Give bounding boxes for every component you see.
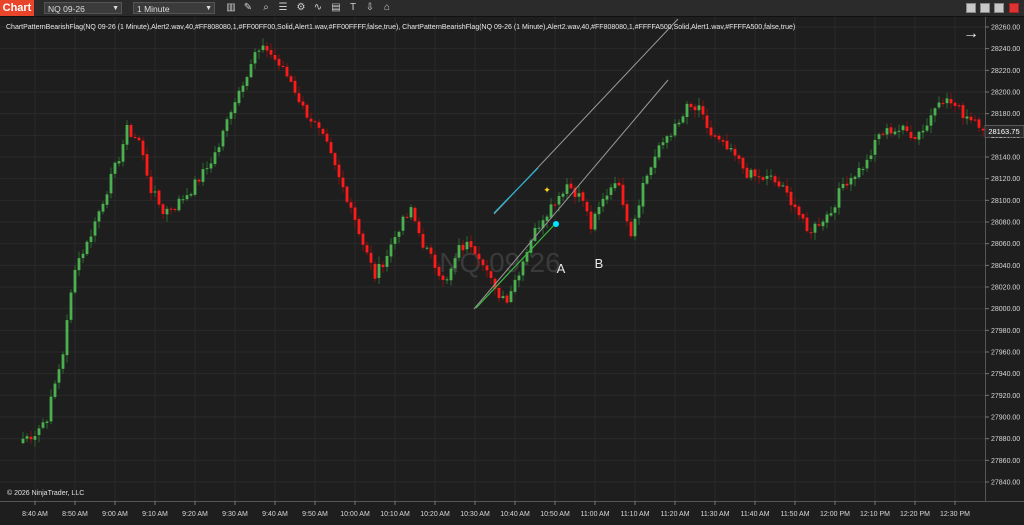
- toolbar: Chart NQ 09-26 ▼ 1 Minute ▼ ▥ ✎ ⌕ ☰ ⚙ ∿ …: [0, 0, 1024, 17]
- interval-selector[interactable]: 1 Minute ▼: [133, 2, 215, 14]
- chart-panel[interactable]: [0, 17, 985, 501]
- arrow-right-icon[interactable]: →: [963, 25, 979, 43]
- template-icon[interactable]: ▤: [330, 2, 342, 14]
- time-axis[interactable]: [0, 501, 1024, 525]
- zoom-icon[interactable]: ⌕: [260, 2, 272, 14]
- interval-label: 1 Minute: [137, 4, 170, 14]
- maximize-button[interactable]: [994, 3, 1004, 13]
- indicator-icon[interactable]: ∿: [312, 2, 324, 14]
- text-icon[interactable]: T: [347, 2, 359, 14]
- instrument-label: NQ 09-26: [48, 4, 85, 14]
- down-icon[interactable]: ⇩: [364, 2, 376, 14]
- lock-icon[interactable]: ⌂: [381, 2, 393, 14]
- instrument-selector[interactable]: NQ 09-26 ▼: [44, 2, 122, 14]
- chart-tab[interactable]: Chart: [0, 0, 34, 16]
- restore-button[interactable]: [980, 3, 990, 13]
- strategy-icon[interactable]: ⚙: [295, 2, 307, 14]
- properties-icon[interactable]: ☰: [277, 2, 289, 14]
- chevron-down-icon: ▼: [205, 5, 212, 12]
- indicator-label[interactable]: ChartPatternBearishFlag(NQ 09-26 (1 Minu…: [6, 24, 795, 31]
- minimize-button[interactable]: [966, 3, 976, 13]
- close-button[interactable]: [1009, 3, 1019, 13]
- chevron-down-icon: ▼: [112, 5, 119, 12]
- price-axis[interactable]: [985, 17, 1024, 501]
- copyright-text: © 2026 NinjaTrader, LLC: [7, 490, 85, 497]
- bars-icon[interactable]: ▥: [225, 2, 237, 14]
- pencil-icon[interactable]: ✎: [242, 2, 254, 14]
